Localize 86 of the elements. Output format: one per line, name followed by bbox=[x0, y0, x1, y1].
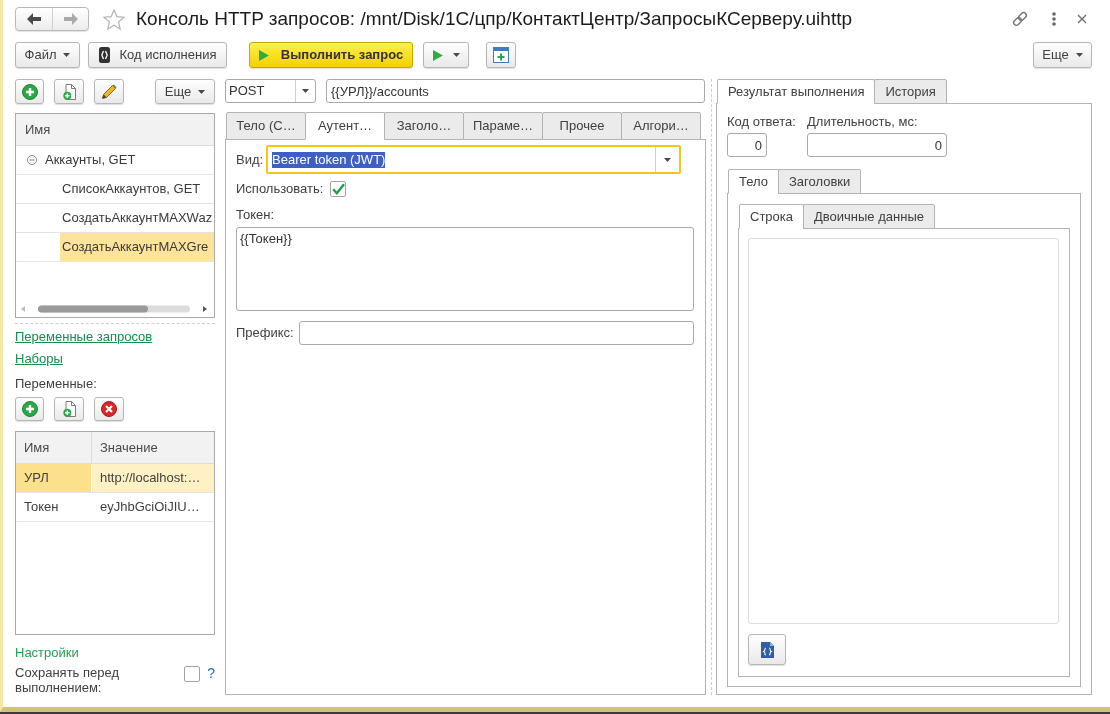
more-icon[interactable] bbox=[1052, 12, 1056, 26]
add-button[interactable] bbox=[15, 79, 44, 104]
back-arrow-icon bbox=[27, 13, 41, 25]
table-cell[interactable]: http://localhost:… bbox=[92, 464, 214, 492]
field-label: Вид: bbox=[236, 151, 265, 168]
pencil-icon bbox=[101, 84, 117, 99]
link[interactable]: Переменные запросов bbox=[15, 329, 153, 344]
caret-icon bbox=[63, 53, 71, 57]
run-button[interactable]: Выполнить запрос bbox=[249, 42, 413, 68]
field-label: Код ответа: bbox=[727, 114, 796, 130]
tab[interactable]: Алгори… bbox=[621, 112, 701, 140]
column-header: Имя bbox=[24, 439, 50, 456]
delete-button[interactable] bbox=[94, 397, 124, 421]
section-label: Переменные: bbox=[15, 376, 97, 392]
tree-item[interactable]: СоздатьАккаунтMAXGre bbox=[60, 233, 214, 261]
tab[interactable]: История bbox=[874, 79, 947, 104]
json-document-icon bbox=[760, 641, 774, 658]
field-label: Использовать: bbox=[236, 181, 324, 197]
token-field[interactable]: {{Токен}} bbox=[236, 227, 694, 311]
table-cell[interactable]: eyJhbGciOiJIU… bbox=[92, 493, 214, 521]
column-header: Значение bbox=[100, 439, 158, 455]
edit-button[interactable] bbox=[94, 79, 124, 104]
response-code-field[interactable]: 0 bbox=[727, 133, 767, 157]
play-icon bbox=[432, 49, 443, 61]
horizontal-scrollbar[interactable] bbox=[21, 304, 207, 314]
caret-icon bbox=[664, 157, 671, 162]
window-plus-icon bbox=[493, 47, 509, 63]
check-icon bbox=[331, 183, 345, 195]
tab[interactable]: Аутент… bbox=[305, 112, 385, 140]
caret-icon bbox=[302, 89, 309, 93]
table-cell[interactable]: УРЛ bbox=[16, 464, 92, 492]
tree-item[interactable]: Аккаунты, GET bbox=[43, 146, 136, 174]
tab[interactable]: Заголовки bbox=[778, 169, 862, 194]
close-icon[interactable] bbox=[1077, 14, 1087, 24]
tab[interactable]: Результат выполнения bbox=[717, 79, 876, 104]
code-icon bbox=[98, 47, 110, 63]
window-title: Консоль HTTP запросов: /mnt/Disk/1C/цпр/КонтактЦентр/ЗапросыКСерверу.uihttp bbox=[136, 7, 853, 31]
section-title: Настройки bbox=[15, 645, 79, 661]
tree-item[interactable]: СписокАккаунтов, GET bbox=[60, 175, 201, 203]
tab[interactable]: Тело bbox=[728, 169, 779, 194]
delete-icon bbox=[101, 401, 117, 417]
link-icon[interactable] bbox=[1011, 10, 1029, 28]
tab[interactable]: Параме… bbox=[463, 112, 543, 140]
type-combo[interactable]: Bearer token (JWT) bbox=[266, 145, 681, 174]
prefix-field[interactable] bbox=[299, 321, 694, 345]
caret-icon bbox=[1075, 53, 1083, 57]
json-button[interactable] bbox=[748, 634, 786, 665]
tab[interactable]: Строка bbox=[739, 204, 804, 229]
play-icon bbox=[258, 49, 269, 61]
code-button[interactable]: Код исполнения bbox=[88, 42, 227, 68]
checkbox[interactable] bbox=[184, 666, 201, 682]
duration-field[interactable]: 0 bbox=[807, 133, 947, 157]
more-button[interactable]: Еще bbox=[155, 79, 215, 104]
method-combo[interactable]: POST bbox=[225, 79, 316, 103]
field-label: Префикс: bbox=[236, 325, 295, 341]
link[interactable]: Наборы bbox=[15, 351, 63, 366]
field-label: Длительность, мс: bbox=[807, 114, 918, 130]
column-header: Имя bbox=[25, 121, 51, 138]
response-body-field[interactable] bbox=[748, 238, 1059, 624]
field-label: Токен: bbox=[236, 207, 274, 223]
copy-button[interactable] bbox=[54, 397, 84, 421]
more-button[interactable]: Еще bbox=[1033, 42, 1092, 68]
tab[interactable]: Тело (С… bbox=[226, 112, 306, 140]
caret-icon bbox=[452, 53, 460, 57]
add-icon bbox=[21, 83, 38, 100]
add-icon bbox=[21, 401, 38, 417]
star-icon[interactable] bbox=[103, 8, 125, 30]
tab[interactable]: Прочее bbox=[542, 112, 622, 140]
url-field[interactable]: {{УРЛ}}/accounts bbox=[326, 79, 705, 103]
forward-arrow-icon bbox=[63, 13, 78, 25]
run-menu-button[interactable] bbox=[423, 42, 469, 68]
help-link[interactable]: ? bbox=[207, 665, 215, 681]
table-cell[interactable]: Токен bbox=[16, 493, 92, 521]
add-button[interactable] bbox=[15, 397, 44, 421]
field-label: Сохранять перед выполнением: bbox=[15, 665, 121, 695]
checkbox[interactable] bbox=[330, 181, 347, 197]
tab[interactable]: Заголо… bbox=[384, 112, 464, 140]
new-window-button[interactable] bbox=[486, 42, 516, 68]
caret-icon bbox=[198, 89, 206, 94]
tab[interactable]: Двоичные данные bbox=[803, 204, 935, 229]
copy-button[interactable] bbox=[54, 79, 84, 104]
file-menu-button[interactable]: Файл bbox=[15, 42, 80, 68]
collapse-icon[interactable] bbox=[27, 155, 37, 165]
document-add-icon bbox=[62, 83, 76, 100]
document-add-icon bbox=[62, 401, 76, 417]
tree-item[interactable]: СоздатьАккаунтMAXWaz bbox=[60, 204, 213, 232]
